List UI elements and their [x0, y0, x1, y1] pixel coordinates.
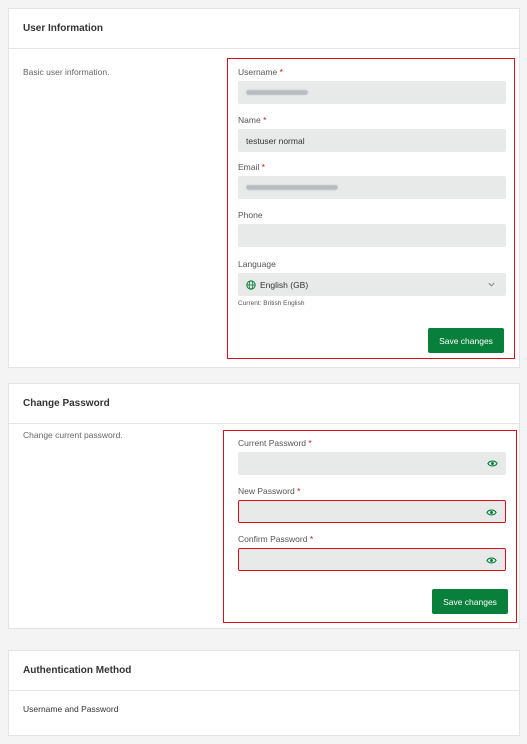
change-password-card: Change Password Change current password.… [8, 383, 520, 629]
email-input[interactable] [238, 176, 506, 199]
eye-icon[interactable] [487, 458, 498, 469]
auth-method-value: Username and Password [23, 704, 119, 714]
username-input[interactable] [238, 81, 506, 104]
eye-icon[interactable] [486, 555, 497, 566]
save-user-info-button[interactable]: Save changes [428, 328, 504, 353]
phone-label: Phone [238, 210, 263, 220]
name-value: testuser normal [246, 135, 305, 146]
card-title: Change Password [9, 384, 519, 424]
eye-icon[interactable] [486, 507, 497, 518]
user-information-card: User Information Basic user information.… [8, 8, 520, 368]
language-current-hint: Current: British English [238, 300, 305, 307]
chevron-down-icon [488, 282, 495, 287]
card-title: User Information [9, 9, 519, 49]
card-description: Basic user information. [23, 67, 110, 77]
globe-icon [246, 279, 256, 290]
phone-input[interactable] [238, 224, 506, 247]
change-password-form: Current Password * New Password * Confir… [223, 430, 517, 623]
redacted-username [246, 90, 308, 95]
confirm-password-label: Confirm Password * [238, 534, 314, 544]
current-password-label: Current Password * [238, 438, 312, 448]
email-label: Email * [238, 162, 265, 172]
name-input[interactable]: testuser normal [238, 129, 506, 152]
card-title: Authentication Method [9, 651, 519, 691]
user-info-form: Username * Name * testuser normal Email … [227, 58, 515, 359]
save-password-button[interactable]: Save changes [432, 589, 508, 614]
language-select[interactable]: English (GB) [238, 273, 506, 296]
new-password-label: New Password * [238, 486, 301, 496]
current-password-input[interactable] [238, 452, 506, 475]
card-description: Change current password. [23, 430, 123, 440]
authentication-method-card: Authentication Method Username and Passw… [8, 650, 520, 736]
language-label: Language [238, 259, 276, 269]
confirm-password-input[interactable] [238, 548, 506, 571]
username-label: Username * [238, 67, 283, 77]
name-label: Name * [238, 115, 267, 125]
new-password-input[interactable] [238, 500, 506, 523]
redacted-email [246, 185, 338, 190]
language-value: English (GB) [260, 279, 309, 290]
